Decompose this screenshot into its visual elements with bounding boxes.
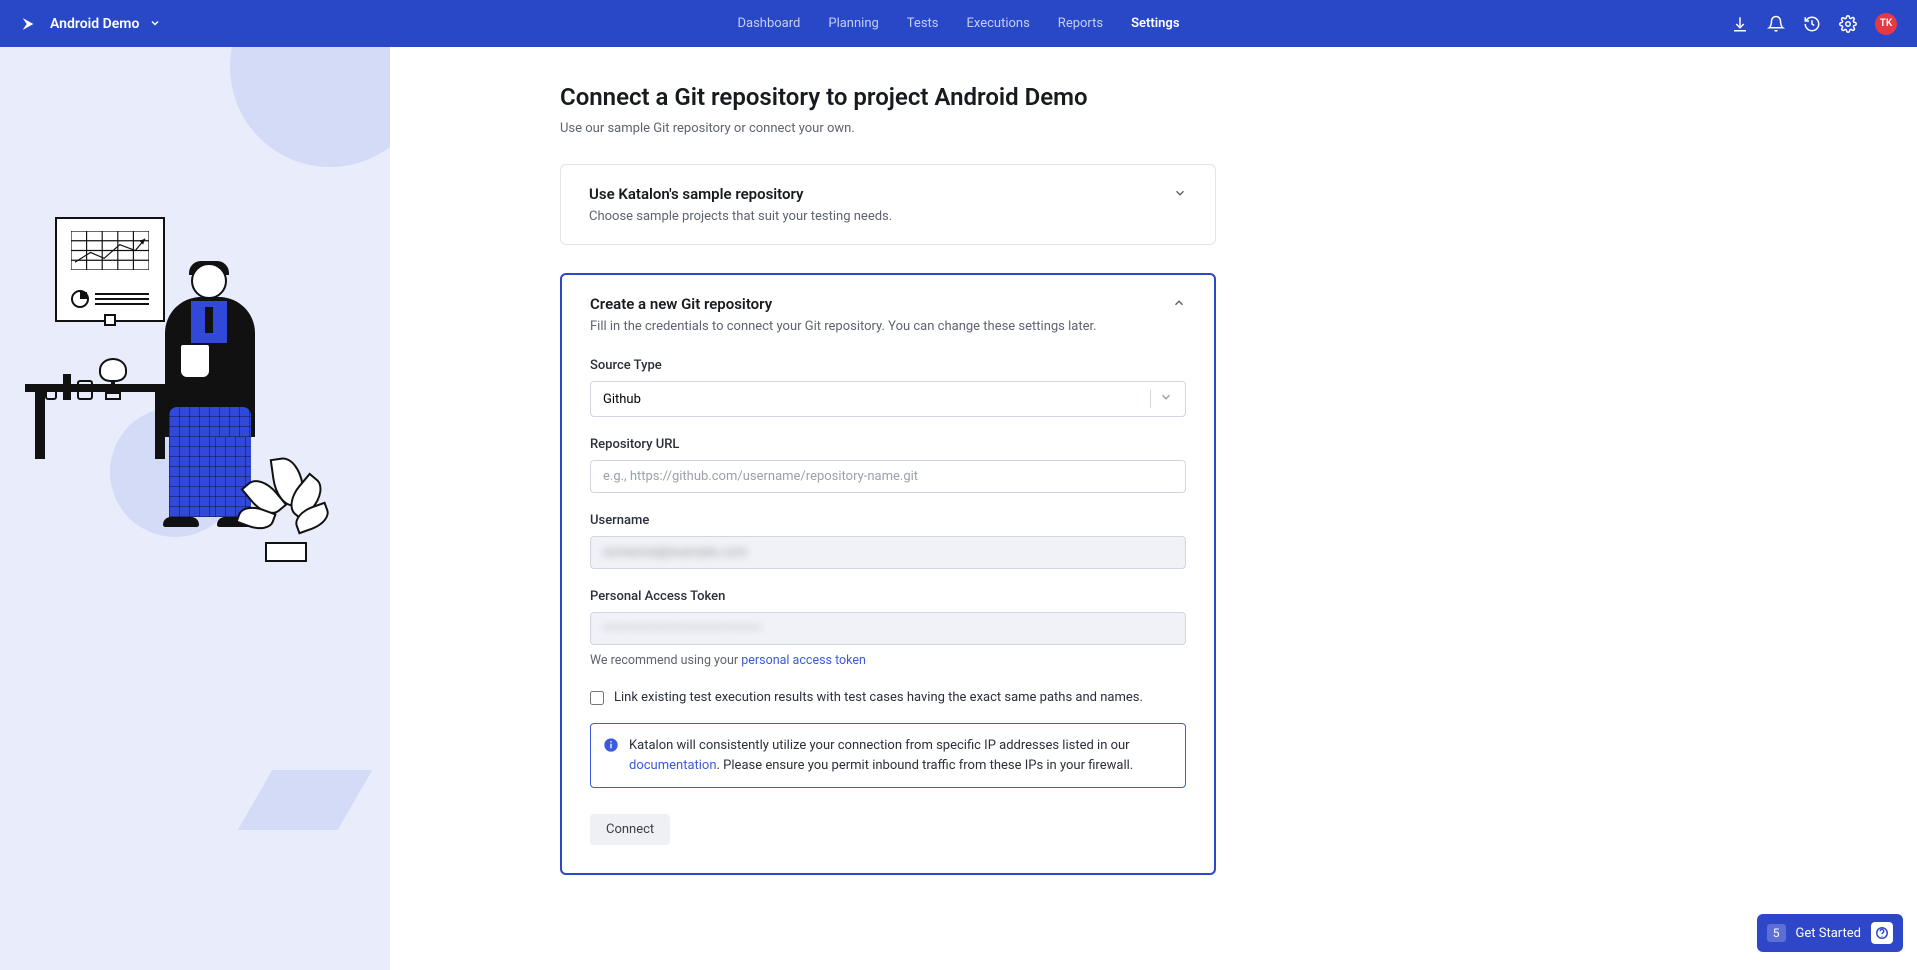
create-repo-body: Source Type Github Repository URL Userna… bbox=[562, 358, 1214, 873]
create-repo-toggle[interactable]: Create a new Git repository Fill in the … bbox=[562, 275, 1214, 354]
get-started-label: Get Started bbox=[1796, 926, 1861, 941]
nav-reports[interactable]: Reports bbox=[1058, 16, 1103, 31]
create-repo-subtitle: Fill in the credentials to connect your … bbox=[590, 319, 1097, 334]
download-icon[interactable] bbox=[1731, 15, 1749, 33]
pat-label: Personal Access Token bbox=[590, 589, 1186, 604]
repo-url-input[interactable] bbox=[590, 460, 1186, 493]
source-type-label: Source Type bbox=[590, 358, 1186, 373]
history-icon[interactable] bbox=[1803, 15, 1821, 33]
nav-settings[interactable]: Settings bbox=[1131, 16, 1179, 31]
source-type-select[interactable]: Github bbox=[590, 381, 1186, 417]
info-icon bbox=[603, 737, 619, 775]
nav-planning[interactable]: Planning bbox=[828, 16, 878, 31]
repo-url-label: Repository URL bbox=[590, 437, 1186, 452]
page-title: Connect a Git repository to project Andr… bbox=[560, 83, 1847, 111]
link-results-label: Link existing test execution results wit… bbox=[614, 690, 1143, 705]
chevron-down-icon bbox=[1173, 185, 1187, 204]
app-header: Android Demo Dashboard Planning Tests Ex… bbox=[0, 0, 1917, 47]
get-started-widget[interactable]: 5 Get Started bbox=[1757, 914, 1903, 952]
help-icon bbox=[1871, 922, 1893, 944]
main-nav: Dashboard Planning Tests Executions Repo… bbox=[737, 16, 1179, 31]
get-started-count: 5 bbox=[1767, 924, 1786, 942]
gear-icon[interactable] bbox=[1839, 15, 1857, 33]
avatar[interactable]: TK bbox=[1875, 13, 1897, 35]
pat-link[interactable]: personal access token bbox=[741, 653, 866, 668]
link-results-row[interactable]: Link existing test execution results wit… bbox=[590, 690, 1186, 705]
project-name: Android Demo bbox=[50, 16, 139, 32]
documentation-link[interactable]: documentation bbox=[629, 758, 717, 773]
sample-repo-subtitle: Choose sample projects that suit your te… bbox=[589, 209, 892, 224]
info-box: Katalon will consistently utilize your c… bbox=[590, 723, 1186, 788]
chevron-down-icon bbox=[1159, 390, 1173, 408]
sample-repo-title: Use Katalon's sample repository bbox=[589, 185, 892, 203]
sidebar-illustration bbox=[0, 47, 390, 970]
header-left: Android Demo bbox=[20, 14, 161, 33]
nav-tests[interactable]: Tests bbox=[907, 16, 939, 31]
nav-dashboard[interactable]: Dashboard bbox=[737, 16, 800, 31]
source-type-value: Github bbox=[603, 392, 641, 407]
create-repo-card: Create a new Git repository Fill in the … bbox=[560, 273, 1216, 875]
layout: Connect a Git repository to project Andr… bbox=[0, 47, 1917, 970]
sample-repo-toggle[interactable]: Use Katalon's sample repository Choose s… bbox=[561, 165, 1215, 244]
link-results-checkbox[interactable] bbox=[590, 691, 604, 705]
username-label: Username bbox=[590, 513, 1186, 528]
app-logo-icon bbox=[20, 15, 36, 33]
page-subtitle: Use our sample Git repository or connect… bbox=[560, 121, 1847, 136]
project-selector[interactable]: Android Demo bbox=[50, 14, 161, 33]
chevron-down-icon bbox=[149, 14, 161, 33]
pat-hint: We recommend using your personal access … bbox=[590, 653, 1186, 668]
header-right: TK bbox=[1731, 13, 1897, 35]
sample-repo-card: Use Katalon's sample repository Choose s… bbox=[560, 164, 1216, 245]
nav-executions[interactable]: Executions bbox=[967, 16, 1030, 31]
pat-input[interactable]: •••••••••••••••••••••••••••••••••••• bbox=[590, 612, 1186, 645]
connect-button[interactable]: Connect bbox=[590, 814, 670, 845]
username-input[interactable]: someone@example.com bbox=[590, 536, 1186, 569]
main-content: Connect a Git repository to project Andr… bbox=[390, 47, 1917, 970]
create-repo-title: Create a new Git repository bbox=[590, 295, 1097, 313]
bell-icon[interactable] bbox=[1767, 15, 1785, 33]
chevron-up-icon bbox=[1172, 295, 1186, 314]
